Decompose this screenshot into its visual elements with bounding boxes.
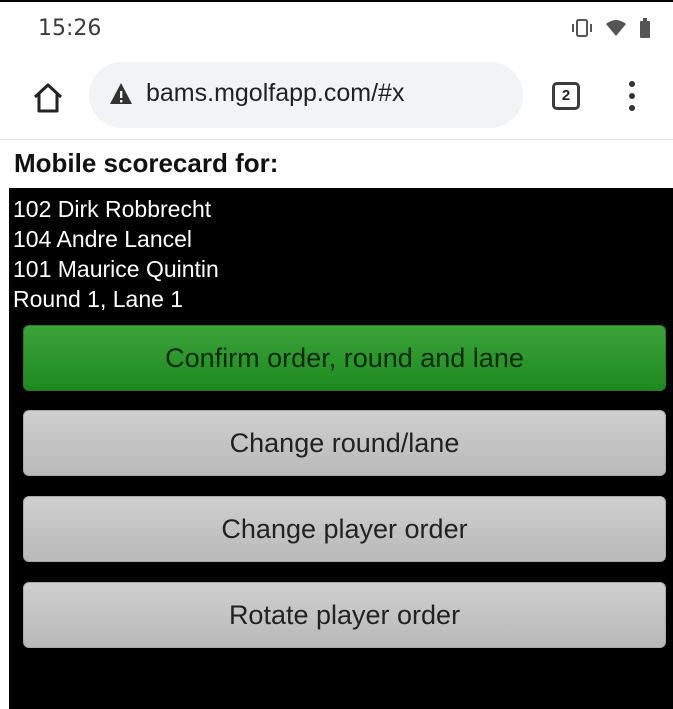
overflow-menu-icon[interactable] [620, 78, 644, 114]
change-player-order-button[interactable]: Change player order [23, 496, 666, 562]
home-icon[interactable] [30, 80, 66, 116]
wifi-icon [605, 19, 627, 42]
battery-icon [639, 18, 651, 43]
player-line: 104 Andre Lancel [13, 226, 193, 252]
page-title: Mobile scorecard for: [14, 148, 279, 178]
status-bar: 15:26 [0, 0, 673, 58]
player-line: 102 Dirk Robbrecht [13, 196, 212, 222]
status-icons [571, 18, 651, 43]
address-bar[interactable]: bams.mgolfapp.com/#x [89, 62, 523, 128]
confirm-button[interactable]: Confirm order, round and lane [23, 325, 666, 391]
vibrate-icon [571, 19, 593, 42]
warning-icon[interactable] [109, 82, 133, 106]
rotate-player-order-button[interactable]: Rotate player order [23, 582, 666, 648]
url-text[interactable]: bams.mgolfapp.com/#x [146, 79, 404, 108]
tab-switcher-icon[interactable]: 2 [552, 82, 580, 110]
change-round-lane-button[interactable]: Change round/lane [23, 410, 666, 476]
browser-toolbar: bams.mgolfapp.com/#x 2 [0, 58, 673, 140]
status-time: 15:26 [38, 16, 102, 41]
player-line: 101 Maurice Quintin [13, 256, 219, 282]
round-lane-text: Round 1, Lane 1 [13, 286, 184, 312]
scorecard-panel: 102 Dirk Robbrecht 104 Andre Lancel 101 … [9, 188, 673, 709]
